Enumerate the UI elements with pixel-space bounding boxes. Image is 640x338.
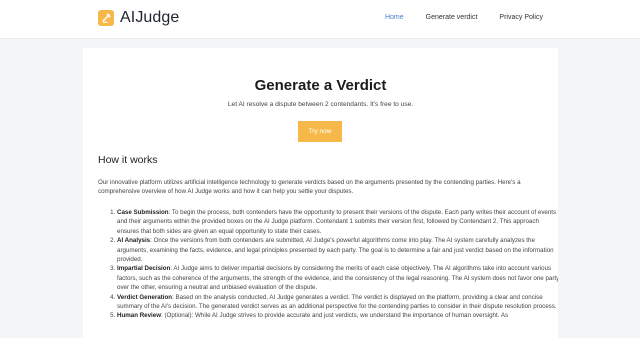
list-item: Verdict Generation: Based on the analysi… [117, 293, 558, 312]
step-title: Impartial Decision [117, 265, 171, 273]
main-nav: Home Generate verdict Privacy Policy [363, 14, 543, 21]
how-it-works-heading: How it works [98, 154, 158, 166]
step-title: Verdict Generation [117, 293, 173, 301]
nav-generate-verdict-link[interactable]: Generate verdict [426, 14, 478, 21]
gavel-icon [98, 10, 114, 26]
step-text: : (Optional): While AI Judge strives to … [161, 312, 509, 320]
how-it-works-intro: Our innovative platform utilizes artific… [98, 179, 521, 196]
steps-list: Case Submission: To begin the process, b… [98, 208, 558, 321]
brand-name: AIJudge [120, 9, 180, 26]
list-item: Human Review: (Optional): While AI Judge… [117, 311, 558, 320]
try-now-button[interactable]: Try now [298, 121, 342, 142]
step-text: : Once the versions from both contenders… [117, 237, 554, 264]
step-title: AI Analysis [117, 237, 151, 245]
top-navbar: AIJudge Home Generate verdict Privacy Po… [0, 0, 640, 39]
step-title: Case Submission [117, 209, 169, 216]
brand-logo[interactable]: AIJudge [98, 9, 179, 27]
list-item: Case Submission: To begin the process, b… [117, 208, 558, 236]
step-text: : AI Judge aims to deliver impartial dec… [117, 265, 558, 292]
step-text: : Based on the analysis conducted, AI Ju… [117, 293, 557, 311]
page-subtitle: Let AI resolve a dispute between 2 conte… [227, 101, 414, 108]
nav-privacy-policy-link[interactable]: Privacy Policy [499, 14, 543, 21]
page-title: Generate a Verdict [254, 77, 387, 94]
list-item: AI Analysis: Once the versions from both… [117, 236, 558, 264]
step-text: : To begin the process, both contenders … [117, 209, 557, 235]
nav-home-link[interactable]: Home [385, 14, 404, 21]
main-card: Generate a Verdict Let AI resolve a disp… [83, 48, 558, 338]
list-item: Impartial Decision: AI Judge aims to del… [117, 264, 558, 292]
step-title: Human Review [117, 312, 162, 320]
